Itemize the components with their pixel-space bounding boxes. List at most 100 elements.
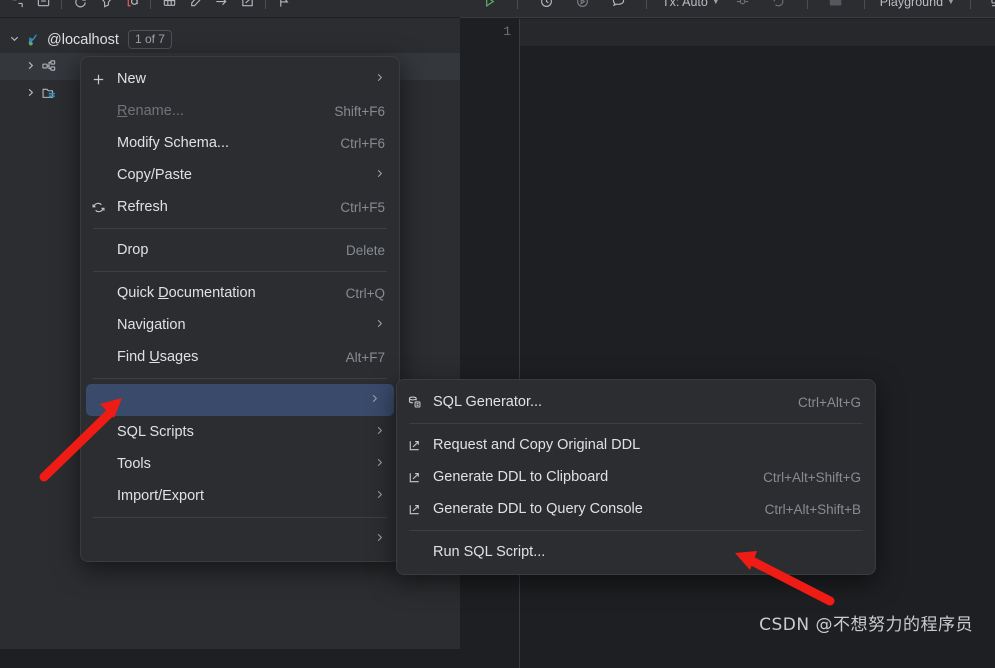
menu-item-navigation[interactable]: Navigation bbox=[81, 309, 399, 341]
submenu-item-label: Request and Copy Original DDL bbox=[433, 437, 641, 453]
menu-item-label-rest: ename... bbox=[127, 103, 184, 119]
chevron-right-icon bbox=[374, 457, 385, 471]
menu-item-label: Find Usages bbox=[117, 349, 199, 365]
external-link-icon bbox=[407, 502, 433, 517]
menu-item-label: Rename... bbox=[117, 103, 184, 119]
sync-icon[interactable] bbox=[67, 0, 93, 14]
menu-item-find-usages[interactable]: Find Usages Alt+F7 bbox=[81, 341, 399, 373]
chevron-right-icon[interactable] bbox=[22, 87, 38, 101]
chevron-right-icon bbox=[374, 318, 385, 332]
connection-count-badge: 1 of 7 bbox=[127, 30, 172, 49]
menu-item-new[interactable]: New bbox=[81, 63, 399, 95]
menu-item-diagrams[interactable]: Import/Export bbox=[81, 480, 399, 512]
menu-item-modify-schema[interactable]: Modify Schema... Ctrl+F6 bbox=[81, 127, 399, 159]
menu-item-shortcut: Ctrl+F6 bbox=[340, 135, 385, 151]
context-menu[interactable]: New Rename... Shift+F6 Modify Schema... … bbox=[80, 56, 400, 562]
rollback-icon[interactable] bbox=[766, 0, 792, 14]
menu-item-refresh[interactable]: Refresh Ctrl+F5 bbox=[81, 191, 399, 223]
submenu-item-request-copy-original-ddl[interactable]: Request and Copy Original DDL bbox=[397, 429, 875, 461]
flag-icon[interactable] bbox=[271, 0, 297, 14]
chevron-right-icon bbox=[374, 168, 385, 182]
tree-label-localhost: @localhost bbox=[47, 31, 119, 48]
tree-row-localhost[interactable]: @localhost 1 of 7 bbox=[0, 26, 460, 53]
submenu-item-sql-generator[interactable]: SQL Generator... Ctrl+Alt+G bbox=[397, 386, 875, 418]
menu-item-label: Drop bbox=[117, 242, 149, 258]
menu-item-label: Tools bbox=[117, 456, 151, 472]
menu-item-shortcut: Shift+F6 bbox=[334, 103, 385, 119]
datagrip-connection-icon bbox=[22, 31, 44, 48]
toolbar-separator bbox=[863, 0, 865, 9]
plus-icon bbox=[91, 72, 117, 87]
edit-icon[interactable] bbox=[182, 0, 208, 14]
chevron-down-icon: ▼ bbox=[711, 0, 720, 6]
submenu-item-generate-ddl-clipboard[interactable]: Generate DDL to Clipboard Ctrl+Alt+Shift… bbox=[397, 461, 875, 493]
menu-item-label: SQL Scripts bbox=[117, 424, 194, 440]
menu-item-copy-paste[interactable]: Copy/Paste bbox=[81, 159, 399, 191]
run-selection-icon[interactable] bbox=[569, 0, 595, 14]
jump-to-icon[interactable] bbox=[208, 0, 234, 14]
menu-item-label: Copy/Paste bbox=[117, 167, 192, 183]
schema-chooser-label: Playground bbox=[879, 0, 944, 9]
submenu-item-label: SQL Generator... bbox=[433, 394, 543, 410]
filter-icon[interactable] bbox=[93, 0, 119, 14]
run-icon[interactable] bbox=[476, 0, 502, 14]
chevron-right-icon[interactable] bbox=[22, 60, 38, 74]
table-icon[interactable] bbox=[156, 0, 182, 14]
table-grid-icon[interactable] bbox=[986, 0, 995, 14]
submenu-item-label: Generate DDL to Clipboard bbox=[433, 469, 609, 485]
chevron-down-icon: ▼ bbox=[947, 0, 955, 6]
toolbar-separator bbox=[61, 0, 62, 9]
submenu-item-shortcut: Ctrl+Alt+Shift+G bbox=[763, 469, 861, 485]
menu-item-label: Refresh bbox=[117, 199, 168, 215]
schema-folder-icon bbox=[38, 85, 60, 102]
submenu-item-label: Run SQL Script... bbox=[433, 544, 546, 560]
database-generator-icon bbox=[407, 395, 433, 410]
database-chooser-icon[interactable] bbox=[823, 0, 849, 14]
chevron-down-icon[interactable] bbox=[6, 33, 22, 47]
menu-item-sql-scripts[interactable] bbox=[86, 384, 394, 416]
refresh-icon bbox=[91, 200, 117, 215]
submenu-item-run-sql-script[interactable]: Run SQL Script... bbox=[397, 536, 875, 568]
menu-item-label: New bbox=[117, 71, 147, 87]
toolbar-separator bbox=[969, 0, 971, 9]
chevron-right-icon bbox=[374, 532, 385, 546]
toolbar-separator bbox=[150, 0, 151, 9]
menu-item-shortcut: Alt+F7 bbox=[345, 349, 385, 365]
schema-chooser-dropdown[interactable]: Playground ▼ bbox=[880, 0, 955, 9]
chevron-right-icon bbox=[374, 72, 385, 86]
menu-item-shortcut: Ctrl+Q bbox=[345, 285, 385, 301]
menu-item-tools[interactable]: SQL Scripts bbox=[81, 416, 399, 448]
chevron-right-icon bbox=[374, 489, 385, 503]
menu-separator bbox=[409, 423, 863, 424]
menu-separator bbox=[93, 228, 387, 229]
tx-mode-dropdown[interactable]: Tx: Auto ▼ bbox=[662, 0, 720, 9]
chevron-right-icon bbox=[369, 393, 380, 407]
menu-item-import-export[interactable]: Tools bbox=[81, 448, 399, 480]
menu-item-rename: Rename... Shift+F6 bbox=[81, 95, 399, 127]
toolbar-separator bbox=[646, 0, 647, 9]
menu-item-drop[interactable]: Drop Delete bbox=[81, 234, 399, 266]
menu-separator bbox=[409, 530, 863, 531]
menu-item-diagnostics[interactable] bbox=[81, 523, 399, 555]
sql-scripts-submenu[interactable]: SQL Generator... Ctrl+Alt+G Request and … bbox=[396, 379, 876, 575]
comment-icon[interactable] bbox=[605, 0, 631, 14]
menu-item-shortcut: Delete bbox=[345, 242, 385, 258]
collapse-all-icon[interactable] bbox=[4, 0, 30, 14]
console-toolbar: Tx: Auto ▼ Playground ▼ bbox=[460, 0, 995, 18]
submenu-item-label: Generate DDL to Query Console bbox=[433, 501, 643, 517]
external-link-icon bbox=[407, 438, 433, 453]
menu-item-shortcut: Ctrl+F5 bbox=[340, 199, 385, 215]
database-toolbar bbox=[0, 0, 460, 18]
tx-mode-label: Tx: Auto bbox=[662, 0, 708, 9]
stop-refresh-icon[interactable] bbox=[119, 0, 145, 14]
history-icon[interactable] bbox=[533, 0, 559, 14]
commit-icon[interactable] bbox=[730, 0, 756, 14]
menu-separator bbox=[93, 271, 387, 272]
menu-item-label: Quick Documentation bbox=[117, 285, 256, 301]
menu-item-quick-documentation[interactable]: Quick Documentation Ctrl+Q bbox=[81, 277, 399, 309]
chevron-right-icon bbox=[374, 425, 385, 439]
toolbar-separator bbox=[806, 0, 808, 9]
new-window-icon[interactable] bbox=[30, 0, 56, 14]
open-editor-icon[interactable] bbox=[234, 0, 260, 14]
submenu-item-generate-ddl-query-console[interactable]: Generate DDL to Query Console Ctrl+Alt+S… bbox=[397, 493, 875, 525]
